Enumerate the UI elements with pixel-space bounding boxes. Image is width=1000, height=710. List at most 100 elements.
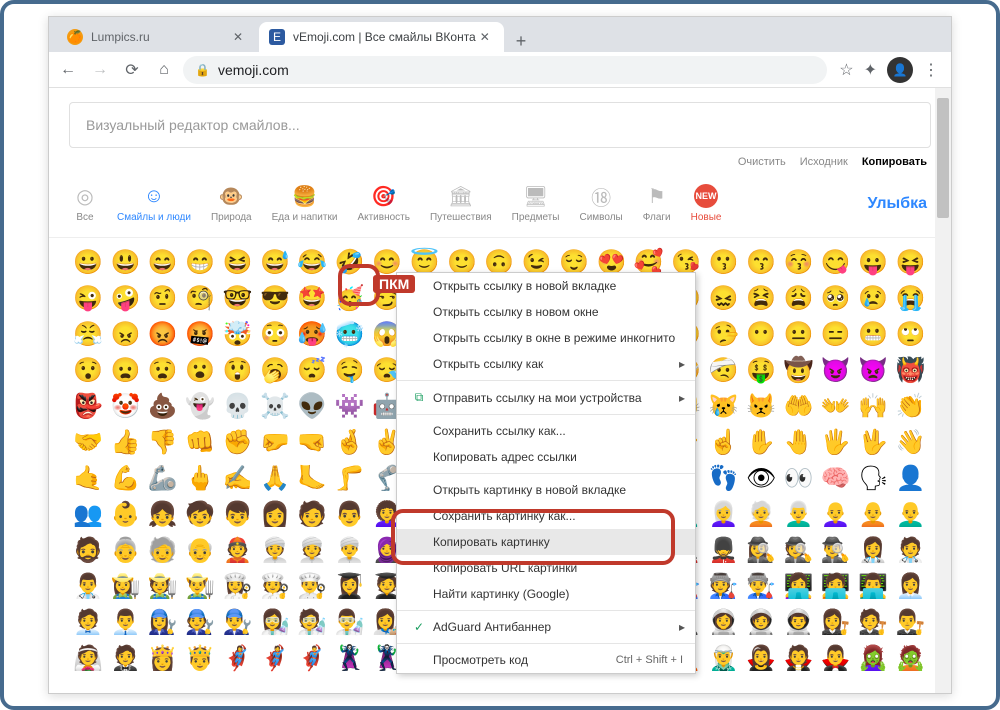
context-menu-item[interactable]: Найти картинку (Google) (397, 581, 695, 607)
emoji-cell[interactable]: 😖 (709, 284, 739, 314)
context-menu-item[interactable]: Сохранить картинку как... (397, 503, 695, 529)
emoji-cell[interactable]: 👨 (335, 500, 365, 530)
emoji-cell[interactable]: 🖕 (185, 464, 215, 494)
emoji-cell[interactable]: 🧠 (821, 464, 851, 494)
bookmark-icon[interactable]: ☆ (839, 60, 853, 80)
forward-button[interactable]: → (87, 57, 113, 83)
emoji-cell[interactable]: 👀 (783, 464, 813, 494)
emoji-cell[interactable]: 😈 (821, 356, 851, 386)
emoji-cell[interactable]: 🦶 (297, 464, 327, 494)
emoji-cell[interactable]: 🦸 (260, 644, 290, 674)
emoji-cell[interactable]: 😗 (709, 248, 739, 278)
emoji-cell[interactable]: 🤛 (260, 428, 290, 458)
emoji-cell[interactable]: 😿 (709, 392, 739, 422)
emoji-cell[interactable]: 🖐 (821, 428, 851, 458)
context-menu-item[interactable]: ⧉Отправить ссылку на мои устройства (397, 384, 695, 411)
emoji-cell[interactable]: 🥵 (297, 320, 327, 350)
emoji-cell[interactable]: 😧 (148, 356, 178, 386)
context-menu-item[interactable]: Открыть ссылку как (397, 351, 695, 377)
emoji-cell[interactable]: 🙄 (896, 320, 926, 350)
emoji-cell[interactable]: 👏 (896, 392, 926, 422)
emoji-cell[interactable]: 👩‍⚕️ (858, 536, 888, 566)
emoji-cell[interactable]: 👿 (858, 356, 888, 386)
extensions-icon[interactable]: ✦ (864, 60, 877, 80)
emoji-cell[interactable]: 💪 (110, 464, 140, 494)
emoji-cell[interactable]: 🤴 (185, 644, 215, 674)
emoji-cell[interactable]: 👎 (148, 428, 178, 458)
emoji-cell[interactable]: 👹 (896, 356, 926, 386)
emoji-cell[interactable]: 👩‍🦲 (821, 500, 851, 530)
emoji-cell[interactable]: 🤨 (148, 284, 178, 314)
emoji-cell[interactable]: 🤥 (709, 320, 739, 350)
context-menu-item[interactable]: Открыть ссылку в окне в режиме инкогнито (397, 325, 695, 351)
emoji-cell[interactable]: 🦾 (148, 464, 178, 494)
emoji-cell[interactable]: 👩‍🚀 (709, 608, 739, 638)
emoji-cell[interactable]: 🤬 (185, 320, 215, 350)
emoji-cell[interactable]: 😮 (185, 356, 215, 386)
emoji-cell[interactable]: 🧑‍💻 (821, 572, 851, 602)
emoji-cell[interactable]: 👳‍♂️ (335, 536, 365, 566)
emoji-cell[interactable]: 🧛‍♂️ (821, 644, 851, 674)
profile-avatar[interactable]: 👤 (887, 57, 913, 83)
emoji-cell[interactable]: 🧝‍♂️ (709, 644, 739, 674)
emoji-cell[interactable]: 😴 (297, 356, 327, 386)
emoji-cell[interactable]: 😄 (148, 248, 178, 278)
emoji-cell[interactable]: 🤪 (110, 284, 140, 314)
clear-button[interactable]: Очистить (738, 156, 786, 168)
category-Активность[interactable]: 🎯Активность (357, 184, 410, 223)
emoji-cell[interactable]: 🧛‍♀️ (746, 644, 776, 674)
emoji-cell[interactable]: 👨‍🏭 (746, 572, 776, 602)
emoji-cell[interactable]: 👩 (260, 500, 290, 530)
emoji-cell[interactable]: 🦹‍♀️ (335, 644, 365, 674)
new-tab-button[interactable]: + (506, 31, 537, 52)
emoji-cell[interactable]: 🦵 (335, 464, 365, 494)
context-menu-item[interactable]: Копировать URL картинки (397, 555, 695, 581)
emoji-cell[interactable]: 👨‍🌾 (185, 572, 215, 602)
emoji-cell[interactable]: 🤲 (783, 392, 813, 422)
category-Новые[interactable]: NEWНовые (691, 184, 722, 223)
emoji-cell[interactable]: ☠️ (260, 392, 290, 422)
emoji-cell[interactable]: 😦 (110, 356, 140, 386)
emoji-cell[interactable]: 🧑‍💼 (73, 608, 103, 638)
emoji-cell[interactable]: 😬 (858, 320, 888, 350)
tab-vemoji[interactable]: E vEmoji.com | Все смайлы ВКонта ✕ (259, 22, 504, 52)
emoji-cell[interactable]: 🤡 (110, 392, 140, 422)
emoji-cell[interactable]: 😶 (746, 320, 776, 350)
emoji-cell[interactable]: 👦 (223, 500, 253, 530)
emoji-cell[interactable]: 😜 (73, 284, 103, 314)
tab-lumpics[interactable]: 🍊 Lumpics.ru ✕ (57, 22, 257, 52)
emoji-cell[interactable]: 🧐 (185, 284, 215, 314)
emoji-cell[interactable]: 👨‍🦳 (783, 500, 813, 530)
emoji-cell[interactable]: 😙 (746, 248, 776, 278)
emoji-cell[interactable]: 🧑‍🍳 (260, 572, 290, 602)
emoji-cell[interactable]: 🧑‍🔬 (297, 608, 327, 638)
emoji-cell[interactable]: 🤝 (73, 428, 103, 458)
category-Смайлы и люди[interactable]: ☺Смайлы и люди (117, 184, 191, 223)
emoji-cell[interactable]: 👨‍💼 (110, 608, 140, 638)
emoji-cell[interactable]: 😯 (73, 356, 103, 386)
emoji-cell[interactable]: 👋 (896, 428, 926, 458)
emoji-cell[interactable]: 🕵️ (783, 536, 813, 566)
emoji-cell[interactable]: 👨‍🦲 (896, 500, 926, 530)
emoji-cell[interactable]: 🙏 (260, 464, 290, 494)
category-Символы[interactable]: ⑱Символы (579, 184, 622, 223)
emoji-cell[interactable]: 👳 (297, 536, 327, 566)
emoji-cell[interactable]: 😂 (297, 248, 327, 278)
emoji-cell[interactable]: 🤙 (73, 464, 103, 494)
emoji-cell[interactable]: 😝 (896, 248, 926, 278)
emoji-cell[interactable]: 🙌 (858, 392, 888, 422)
copy-button[interactable]: Копировать (862, 156, 927, 168)
emoji-cell[interactable]: 👻 (185, 392, 215, 422)
emoji-cell[interactable]: 🕵️‍♂️ (821, 536, 851, 566)
emoji-cell[interactable]: 🧑 (297, 500, 327, 530)
emoji-cell[interactable]: ✊ (223, 428, 253, 458)
emoji-cell[interactable]: 💩 (148, 392, 178, 422)
emoji-cell[interactable]: 🤓 (223, 284, 253, 314)
emoji-cell[interactable]: 😢 (858, 284, 888, 314)
emoji-cell[interactable]: 😩 (783, 284, 813, 314)
emoji-cell[interactable]: 👤 (896, 464, 926, 494)
emoji-cell[interactable]: 🦸‍♀️ (223, 644, 253, 674)
emoji-cell[interactable]: 🥶 (335, 320, 365, 350)
emoji-cell[interactable]: 😑 (821, 320, 851, 350)
emoji-cell[interactable]: 👳‍♀️ (260, 536, 290, 566)
